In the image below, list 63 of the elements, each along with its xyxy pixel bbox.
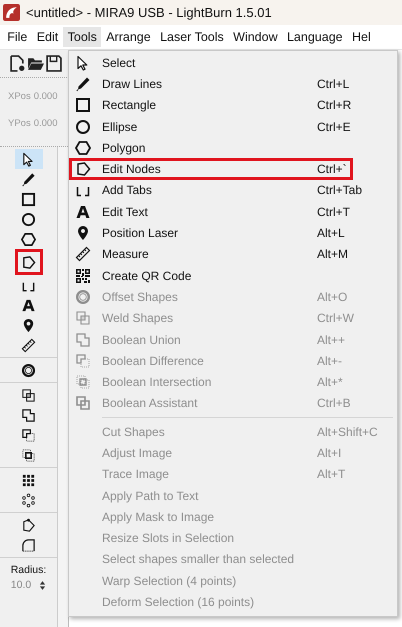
dot-grid-icon	[21, 472, 36, 488]
menu-item[interactable]: Select	[69, 52, 397, 74]
circle-array-icon	[21, 492, 36, 508]
menu-bar-item[interactable]: Laser Tools	[156, 27, 228, 47]
overlapping-squares-icon	[21, 408, 36, 422]
pentagon-icon	[21, 518, 36, 532]
square-icon	[75, 97, 91, 114]
circle-icon	[75, 118, 91, 135]
ring-icon	[75, 288, 91, 305]
spin-arrows-icon[interactable]	[39, 580, 46, 590]
circle-icon	[21, 212, 36, 226]
menu-item[interactable]: Polygon	[69, 137, 397, 158]
hexagon-icon	[75, 140, 91, 156]
menu-item[interactable]: Draw Lines Ctrl+L	[69, 73, 397, 95]
pencil-icon	[75, 76, 91, 92]
overlapping-squares-icon	[75, 332, 91, 348]
pentagon-icon	[75, 161, 91, 178]
location-pin-icon	[21, 318, 36, 332]
position-label: YPos	[8, 118, 31, 129]
square-icon	[21, 192, 36, 206]
folder-icon[interactable]	[27, 55, 44, 72]
new-file-icon[interactable]	[9, 55, 26, 72]
radius-label: Radius:	[10, 564, 46, 576]
overlapping-squares-icon	[75, 395, 91, 412]
tool-button[interactable]	[14, 249, 42, 275]
pentagon-icon	[21, 254, 36, 270]
ruler-icon	[75, 246, 91, 262]
menu-item[interactable]: Position Laser Alt+L	[69, 222, 397, 244]
rounded-corner-icon	[21, 538, 36, 552]
menu-item[interactable]: Edit Text Ctrl+T	[69, 201, 397, 222]
window-title: <untitled> - MIRA9 USB - LightBurn 1.5.01	[26, 5, 272, 20]
position-label: XPos	[8, 91, 31, 102]
pencil-icon	[21, 172, 36, 186]
letter-icon	[75, 204, 91, 220]
menu-bar-item[interactable]: Window	[228, 27, 282, 47]
menu-bar-item[interactable]: Language	[282, 27, 347, 47]
overlapping-squares-icon	[21, 448, 36, 462]
menu-item[interactable]: Edit Nodes Ctrl+`	[69, 158, 397, 180]
position-value: 0.000	[34, 91, 58, 102]
app-logo-icon	[3, 4, 20, 21]
menu-bar-item[interactable]: Arrange	[102, 27, 155, 47]
menu-bar-item[interactable]: Edit	[32, 27, 62, 47]
menu-item[interactable]: Measure Alt+M	[69, 244, 397, 265]
letter-icon	[21, 298, 36, 312]
position-value: 0.000	[34, 118, 58, 129]
overlapping-squares-icon	[21, 428, 36, 442]
menu-bar-item[interactable]: Hel	[348, 27, 375, 47]
overlapping-squares-icon	[75, 310, 91, 326]
ruler-icon	[21, 338, 36, 352]
menu-item[interactable]: Add Tabs Ctrl+Tab	[69, 180, 397, 202]
location-pin-icon	[75, 225, 91, 242]
overlapping-squares-icon	[75, 374, 91, 390]
menu-item[interactable]: Ellipse Ctrl+E	[69, 116, 397, 138]
menu-item[interactable]: Rectangle Ctrl+R	[69, 94, 397, 116]
overlapping-squares-icon	[21, 388, 36, 402]
ring-icon	[21, 362, 36, 378]
menu-item[interactable]: Create QR Code	[69, 264, 397, 286]
qr-code-icon	[75, 268, 91, 284]
hexagon-icon	[21, 232, 36, 246]
menu-bar-item[interactable]: File	[3, 27, 32, 47]
save-icon[interactable]	[45, 55, 62, 72]
overlapping-squares-icon	[75, 352, 91, 369]
menu-bar-item[interactable]: Tools	[63, 27, 102, 47]
